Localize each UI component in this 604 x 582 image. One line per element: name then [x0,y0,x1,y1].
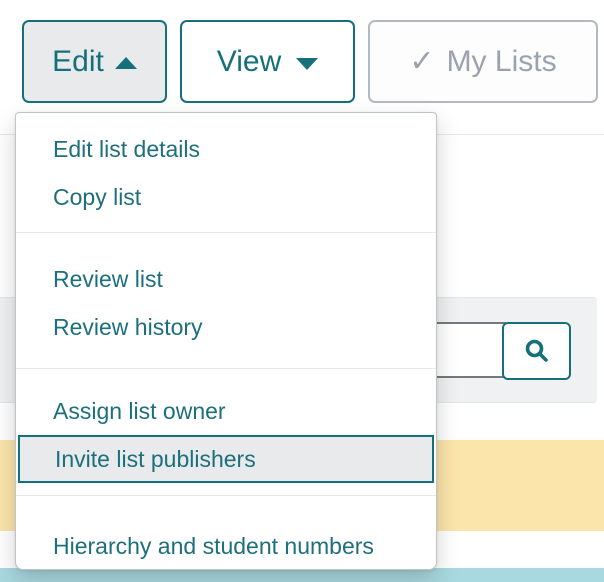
caret-up-icon [114,56,137,69]
menu-item-assign-list-owner[interactable]: Assign list owner [16,387,436,435]
search-button[interactable] [502,322,571,380]
search-icon [524,338,550,364]
table-header-band [0,568,604,582]
edit-button-label: Edit [52,44,104,78]
menu-item-review-list[interactable]: Review list [16,255,436,303]
my-lists-button[interactable]: ✓ My Lists [368,20,598,103]
check-icon: ✓ [409,44,435,78]
menu-item-hierarchy-and-student-numbers[interactable]: Hierarchy and student numbers [16,522,436,570]
view-button-label: View [216,44,282,78]
caret-down-icon [296,57,319,70]
menu-divider [16,368,436,369]
my-lists-button-label: My Lists [446,44,557,78]
edit-dropdown-menu: Edit list details Copy list Review list … [15,112,437,570]
menu-item-copy-list[interactable]: Copy list [16,173,436,221]
menu-divider [16,232,436,233]
menu-divider [16,495,436,496]
view-button[interactable]: View [180,20,355,103]
menu-item-invite-list-publishers[interactable]: Invite list publishers [18,435,434,483]
edit-button[interactable]: Edit [22,20,167,103]
menu-item-edit-list-details[interactable]: Edit list details [16,125,436,173]
menu-item-review-history[interactable]: Review history [16,303,436,351]
